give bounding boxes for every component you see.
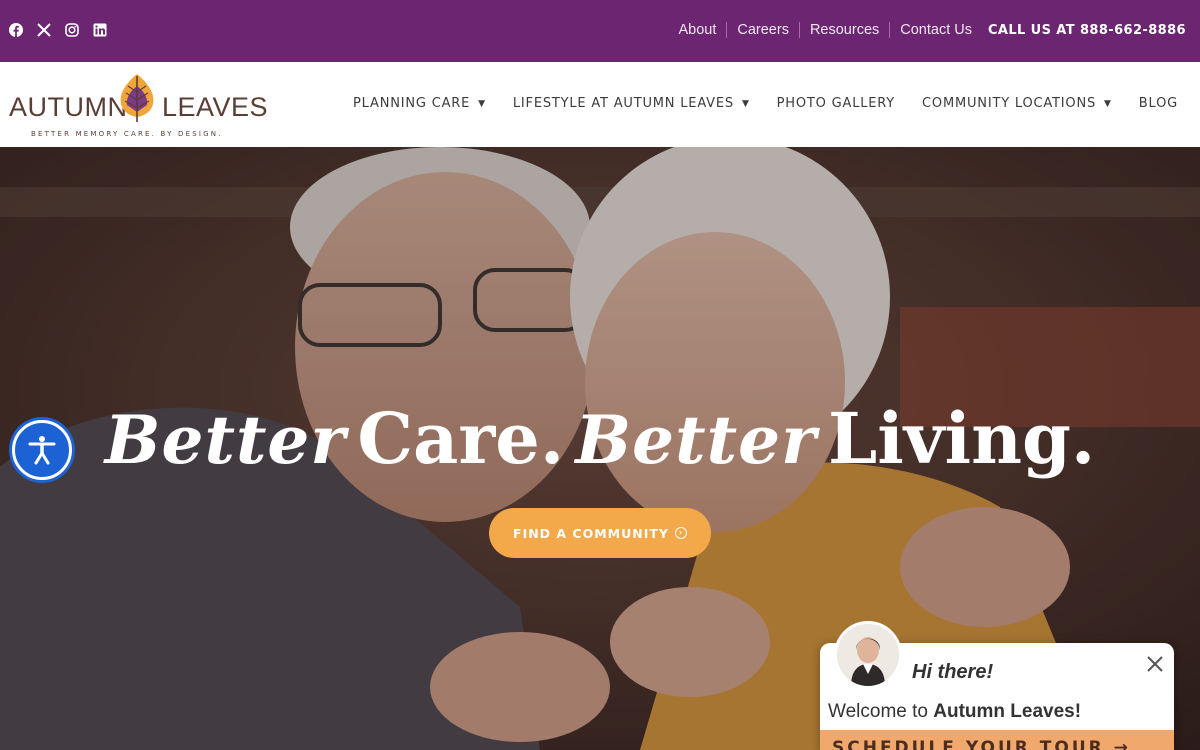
facebook-icon[interactable] bbox=[9, 23, 23, 37]
nav-label: PLANNING CARE bbox=[353, 96, 471, 111]
nav-label: LIFESTYLE AT AUTUMN LEAVES bbox=[512, 96, 734, 111]
call-us-phone[interactable]: CALL US AT 888-662-8886 bbox=[988, 23, 1186, 38]
leaf-logo-icon bbox=[120, 74, 154, 122]
accessibility-icon bbox=[28, 436, 56, 465]
accessibility-button[interactable] bbox=[12, 420, 72, 480]
schedule-tour-button[interactable]: SCHEDULE YOUR TOUR → bbox=[820, 730, 1174, 750]
caret-down-icon: ▼ bbox=[478, 98, 486, 109]
x-twitter-icon[interactable] bbox=[37, 23, 51, 37]
nav-community-locations[interactable]: COMMUNITY LOCATIONS ▼ bbox=[922, 96, 1112, 111]
autumn-leaves-logo[interactable]: AUTUMN LEAVES BETTER MEMORY CARE. BY DES… bbox=[9, 70, 269, 142]
logo-word-leaves: LEAVES bbox=[162, 92, 269, 122]
chat-widget: Hi there! Welcome to Autumn Leaves! SCHE… bbox=[820, 621, 1174, 750]
arrow-right-circle-icon: › bbox=[674, 527, 687, 539]
nav-photo-gallery[interactable]: PHOTO GALLERY bbox=[777, 96, 895, 111]
contact-us-link[interactable]: Contact Us bbox=[889, 22, 982, 38]
welcome-brand: Autumn Leaves! bbox=[933, 701, 1082, 722]
social-links bbox=[9, 23, 107, 37]
instagram-icon[interactable] bbox=[65, 23, 79, 37]
caret-down-icon: ▼ bbox=[1104, 98, 1112, 109]
headline-script-better: Better bbox=[104, 401, 347, 479]
utility-links: About Careers Resources Contact Us bbox=[668, 22, 982, 38]
careers-link[interactable]: Careers bbox=[726, 22, 799, 38]
nav-label: COMMUNITY LOCATIONS bbox=[922, 96, 1097, 111]
nav-blog[interactable]: BLOG bbox=[1139, 96, 1178, 111]
nav-label: BLOG bbox=[1138, 96, 1178, 111]
nav-lifestyle[interactable]: LIFESTYLE AT AUTUMN LEAVES ▼ bbox=[513, 96, 750, 111]
resources-link[interactable]: Resources bbox=[798, 22, 889, 38]
logo-word-autumn: AUTUMN bbox=[9, 92, 128, 122]
headline-care: Care. bbox=[357, 397, 565, 480]
top-bar: About Careers Resources Contact Us CALL … bbox=[0, 0, 1200, 62]
linkedin-icon[interactable] bbox=[93, 23, 107, 37]
main-header: AUTUMN LEAVES BETTER MEMORY CARE. BY DES… bbox=[0, 62, 1200, 147]
headline-living: Living. bbox=[828, 397, 1096, 480]
hero-headline: Better Care. Better Living. bbox=[0, 397, 1200, 480]
chat-greeting: Hi there! bbox=[912, 661, 994, 683]
main-navigation: PLANNING CARE ▼ LIFESTYLE AT AUTUMN LEAV… bbox=[353, 96, 1178, 111]
chat-welcome-text: Welcome to Autumn Leaves! bbox=[828, 701, 1081, 723]
welcome-prefix: Welcome to bbox=[828, 701, 934, 722]
logo-tagline: BETTER MEMORY CARE. BY DESIGN. bbox=[31, 130, 223, 138]
nav-planning-care[interactable]: PLANNING CARE ▼ bbox=[353, 96, 486, 111]
about-link[interactable]: About bbox=[668, 22, 726, 38]
caret-down-icon: ▼ bbox=[741, 98, 750, 109]
headline-script-better: Better bbox=[575, 401, 817, 479]
close-icon[interactable] bbox=[1146, 655, 1164, 673]
nav-label: PHOTO GALLERY bbox=[776, 96, 896, 111]
chat-agent-avatar bbox=[834, 621, 902, 689]
find-a-community-button[interactable]: FIND A COMMUNITY › bbox=[489, 508, 711, 558]
cta-label: FIND A COMMUNITY bbox=[513, 525, 669, 541]
